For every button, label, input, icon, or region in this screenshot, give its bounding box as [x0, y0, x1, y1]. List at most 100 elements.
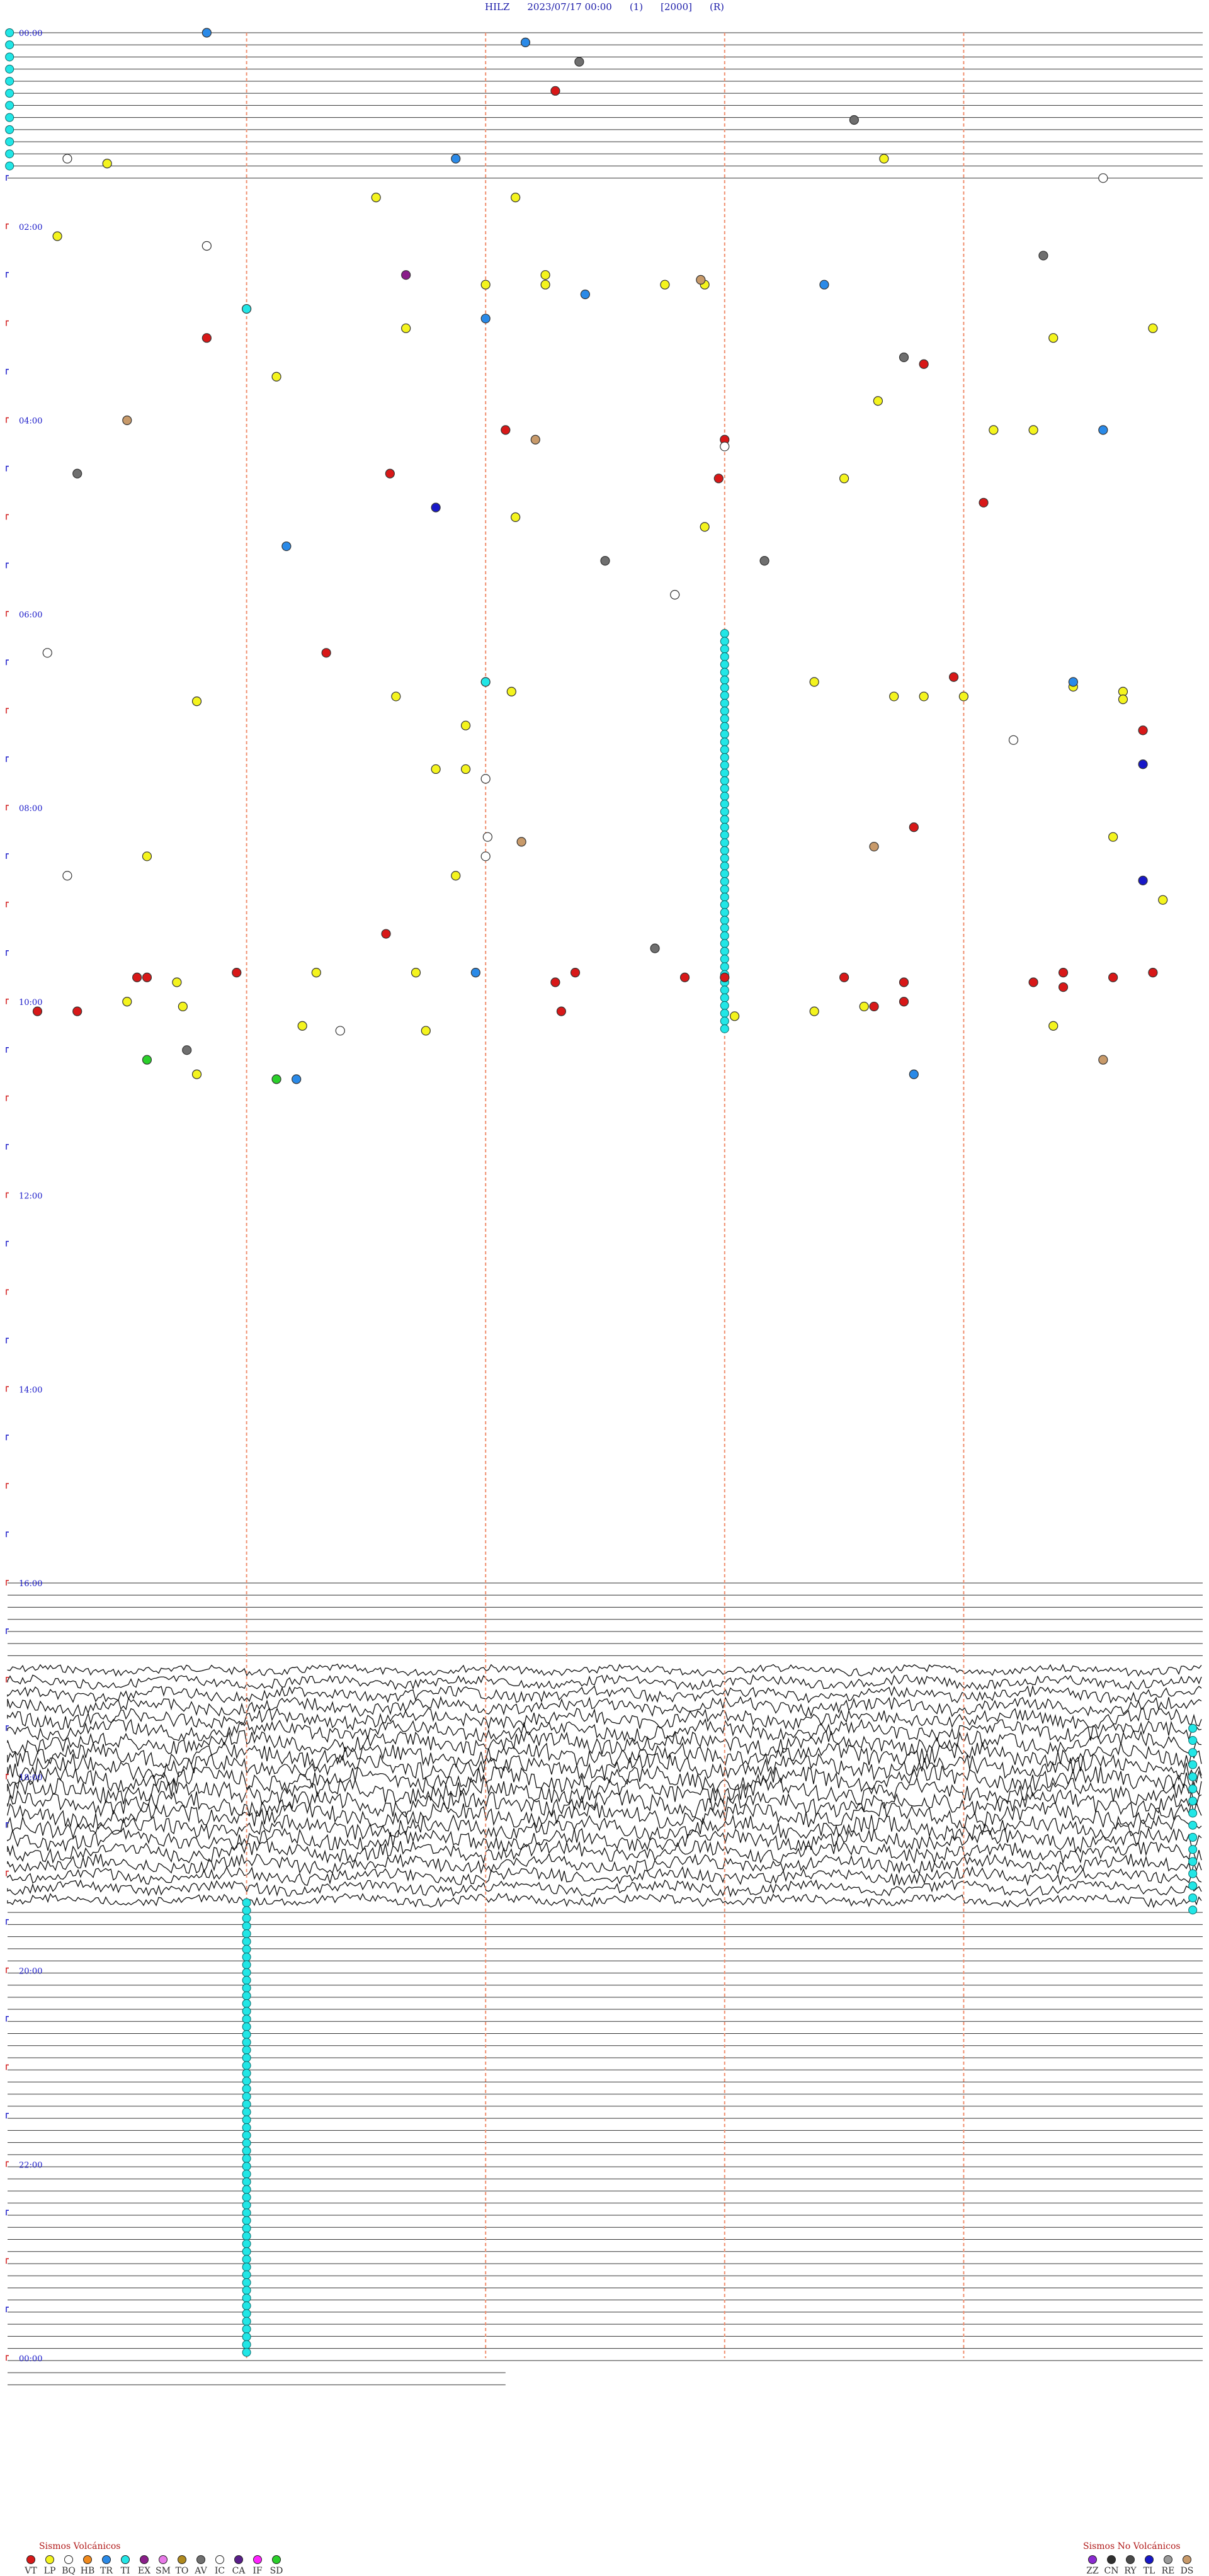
event-ti: [242, 1929, 251, 1939]
event-ti: [720, 1001, 729, 1010]
event-ti: [242, 2332, 251, 2342]
hour-label: 00:00: [19, 29, 42, 38]
event-ti: [1188, 1772, 1198, 1781]
event-lp: [1048, 333, 1059, 343]
event-ic: [62, 154, 72, 164]
event-lp: [451, 871, 461, 881]
time-tick: [6, 950, 9, 956]
event-ti: [242, 2154, 251, 2164]
event-vt: [1058, 967, 1069, 978]
event-lp: [859, 1001, 869, 1012]
event-lp: [191, 696, 202, 706]
event-lp: [172, 977, 182, 987]
event-lp: [889, 691, 899, 701]
event-ex: [401, 270, 411, 280]
event-ic: [480, 851, 491, 861]
seismic-trace: [7, 1696, 1202, 1718]
event-ti: [5, 149, 14, 159]
event-vt: [869, 1001, 879, 1012]
event-ti: [242, 2061, 251, 2070]
event-lp: [431, 764, 441, 775]
event-vt: [899, 977, 909, 987]
event-ti: [1188, 1845, 1198, 1854]
time-tick: [6, 1337, 9, 1344]
event-ti: [720, 993, 729, 1002]
event-ti: [720, 637, 729, 646]
event-lp: [660, 280, 670, 290]
event-ti: [242, 1937, 251, 1946]
event-ti: [242, 1906, 251, 1915]
event-ti: [242, 2099, 251, 2109]
event-ti: [720, 706, 729, 716]
event-ti: [1188, 1881, 1198, 1890]
event-lp: [271, 372, 281, 382]
legend-item-re: RE: [1159, 2555, 1178, 2576]
event-ti: [242, 2216, 251, 2225]
event-lp: [102, 159, 112, 169]
event-ti: [242, 1944, 251, 1954]
event-ds: [1098, 1055, 1108, 1065]
event-ti: [720, 962, 729, 972]
event-ti: [242, 2255, 251, 2264]
legend-item-bq: BQ: [59, 2555, 78, 2576]
event-ti: [1188, 1893, 1198, 1903]
legend-label: CN: [1104, 2566, 1119, 2576]
time-tick: [6, 1870, 9, 1876]
event-tr: [819, 280, 829, 290]
event-ti: [5, 101, 14, 110]
event-vt: [32, 1006, 43, 1016]
event-ti: [242, 2309, 251, 2318]
event-ti: [1188, 1808, 1198, 1818]
time-tick: [6, 1095, 9, 1101]
legend-label: TR: [100, 2566, 113, 2576]
legend-swatch: [159, 2555, 167, 2564]
event-ti: [242, 2223, 251, 2233]
event-ti: [242, 1991, 251, 2000]
event-ti: [720, 799, 729, 809]
legend-volcanic-title: Sismos Volcánicos: [39, 2541, 121, 2551]
event-ti: [242, 2146, 251, 2155]
helicorder-plot: 00:00 02:00 04:00 06:00 08:00 10:00 12:00 14:00…: [5, 28, 1203, 2385]
event-lp: [1148, 323, 1158, 333]
time-tick: [6, 2161, 9, 2167]
event-ti: [242, 1983, 251, 1993]
event-ds: [516, 837, 526, 847]
hour-label: 10:00: [19, 998, 42, 1007]
event-ti: [720, 722, 729, 731]
time-tick: [6, 805, 9, 810]
event-vt: [979, 497, 989, 508]
event-ti: [720, 869, 729, 878]
event-lp: [460, 720, 471, 730]
event-lp: [142, 851, 152, 861]
event-ti: [5, 40, 14, 50]
time-tick: [6, 2258, 9, 2264]
legend-label: TL: [1143, 2566, 1155, 2576]
event-lp: [730, 1011, 740, 1021]
legend-label: HB: [80, 2566, 95, 2576]
seismic-trace: [7, 1866, 1202, 1887]
event-ti: [242, 2076, 251, 2085]
seismic-trace: [7, 1752, 1202, 1781]
event-lp: [1048, 1021, 1059, 1031]
legend-label: LP: [43, 2566, 56, 2576]
event-ti: [242, 2239, 251, 2249]
legend-swatch: [1126, 2555, 1135, 2564]
event-ti: [720, 807, 729, 817]
event-ic: [1008, 735, 1019, 745]
legend-item-if: IF: [248, 2555, 267, 2576]
legend-label: AV: [195, 2566, 207, 2576]
legend-item-ds: DS: [1178, 2555, 1196, 2576]
event-vt: [385, 468, 395, 479]
legend-label: SM: [156, 2566, 171, 2576]
event-lp: [506, 686, 516, 696]
time-tick: [6, 1289, 9, 1295]
time-tick: [6, 562, 9, 569]
time-tick: [6, 224, 9, 229]
legend-label: RE: [1161, 2566, 1175, 2576]
event-ti: [720, 877, 729, 886]
event-lp: [1158, 895, 1168, 905]
event-lp: [879, 154, 889, 164]
event-ti: [242, 2185, 251, 2194]
event-ti: [720, 892, 729, 902]
event-ti: [720, 985, 729, 995]
